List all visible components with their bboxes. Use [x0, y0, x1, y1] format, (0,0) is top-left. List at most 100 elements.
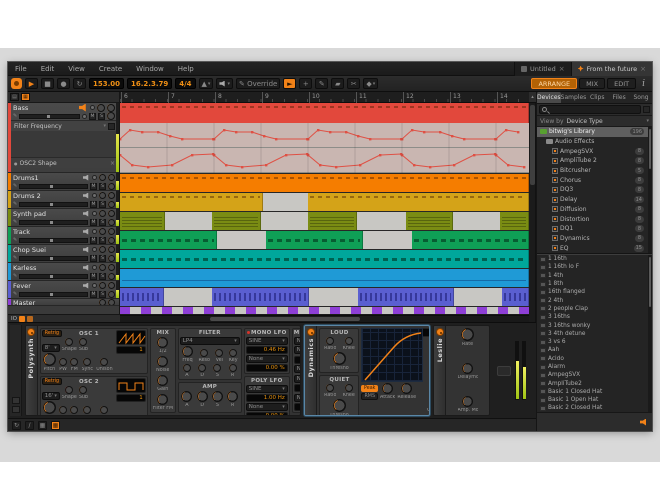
s-knob[interactable] [212, 391, 223, 402]
track-name[interactable]: Master [13, 299, 97, 306]
attack-knob[interactable] [382, 383, 393, 394]
track-knob[interactable] [99, 264, 106, 271]
solo-button[interactable]: S [98, 113, 105, 120]
vertical-scrollbar[interactable]: ▴ [529, 92, 536, 322]
r-knob[interactable] [229, 364, 237, 372]
track-name[interactable]: Synth pad [13, 210, 81, 218]
automation-curve[interactable] [120, 148, 529, 173]
track-header-chop-suei[interactable]: Chop Suei ✎ M S [8, 245, 119, 263]
filter-type-select[interactable]: LP4 ▾ [180, 337, 240, 345]
document-tab[interactable]: From the future × [571, 62, 652, 76]
pan-knob[interactable] [107, 112, 115, 120]
horizontal-scrollbar[interactable] [120, 315, 529, 322]
empty-rack-area[interactable] [493, 325, 534, 416]
pan-knob[interactable] [108, 201, 115, 208]
poly-lfo-dest-select[interactable]: None ▾ [246, 403, 288, 411]
track-header-track[interactable]: Track ✎ M S [8, 227, 119, 245]
device-item-distortion[interactable]: Distortion 8 [537, 214, 652, 224]
device-polysynth[interactable]: Polysynth Retrig OSC 1 8' ▾ Shape Sub Pi… [25, 325, 302, 416]
browser-tab-clips[interactable]: Clips [586, 92, 608, 103]
eraser-tool-button[interactable]: ▰ [331, 78, 344, 89]
track-knob[interactable] [99, 246, 106, 253]
automation-curve[interactable] [120, 123, 529, 148]
freq-knob[interactable] [182, 346, 193, 357]
add-automation-lane-button[interactable] [108, 123, 115, 130]
pw-knob[interactable] [59, 358, 67, 366]
osc1-waveform-display[interactable] [116, 330, 146, 345]
scroll-up-arrow[interactable]: ▴ [529, 92, 536, 103]
preset-item[interactable]: 1 16th lo F [537, 263, 652, 271]
filter-frequency-automation-lane[interactable] [120, 123, 529, 148]
view-button-arrange[interactable]: ARRANGE [531, 78, 577, 89]
quiet-threshold-knob[interactable] [333, 399, 346, 412]
loop-button[interactable]: ↻ [73, 78, 86, 89]
modulation-dest-select[interactable]: None▾ [294, 346, 302, 354]
device-power-button[interactable] [27, 328, 35, 336]
preset-item[interactable]: 3 16ths [537, 313, 652, 321]
record-arm-button[interactable] [90, 105, 95, 110]
fader-thumb[interactable] [50, 275, 53, 278]
mute-button[interactable]: M [90, 201, 97, 208]
record-button[interactable]: ● [57, 78, 70, 89]
solo-button[interactable]: S [99, 291, 106, 298]
mono-lfo-rate-value[interactable]: 0.46 Hz [246, 346, 288, 354]
pencil-icon[interactable]: ✎ [13, 219, 17, 225]
leslie-delaymod-knob[interactable] [462, 363, 473, 374]
io-toggle-icon[interactable] [19, 316, 25, 322]
track-header-master[interactable]: Master [8, 299, 119, 306]
loud-knee-knob[interactable] [345, 337, 353, 345]
track-knob[interactable] [99, 299, 106, 306]
pointer-tool-button[interactable]: ► [283, 78, 296, 89]
pitch-knob[interactable] [43, 401, 56, 414]
pencil-icon[interactable]: ✎ [13, 201, 17, 207]
master-lane[interactable] [120, 307, 529, 315]
leslie-ampmod-knob[interactable] [462, 396, 473, 407]
pencil-icon[interactable]: ✎ [13, 237, 17, 243]
pw-knob[interactable] [59, 406, 67, 414]
osc2-octave-select[interactable]: 16' ▾ [42, 392, 60, 400]
add-device-slot[interactable] [497, 366, 511, 376]
fm-knob[interactable] [70, 406, 78, 414]
stop-button[interactable]: ■ [41, 78, 54, 89]
sync-knob[interactable] [83, 358, 91, 366]
device-item-eq[interactable]: EQ 15 [537, 243, 652, 253]
track-header-karless[interactable]: Karless ✎ M S [8, 263, 119, 281]
sync-knob[interactable] [83, 406, 91, 414]
pencil-icon[interactable]: ✎ [13, 273, 17, 279]
device-item-dynamics[interactable]: Dynamics 8 [537, 234, 652, 244]
preroll-button[interactable]: ▾ [216, 78, 233, 89]
track-header-synth-pad[interactable]: Synth pad ✎ M S [8, 209, 119, 227]
clip[interactable] [212, 288, 309, 306]
pan-knob[interactable] [108, 219, 115, 226]
polysynth-tab[interactable]: Polysynth [26, 326, 38, 415]
record-arm-button[interactable] [92, 247, 97, 252]
timeline-ruler[interactable]: 6 7 8 9 10 11 12 13 14 [120, 92, 529, 103]
volume-fader[interactable] [19, 256, 88, 261]
track-header-drums1[interactable]: Drums1 ✎ M S [8, 173, 119, 191]
modulation-amount-value[interactable]: 0.00 % [294, 356, 302, 364]
modulation-dest-select[interactable]: None▾ [294, 337, 302, 345]
record-arm-button[interactable] [92, 175, 97, 180]
volume-fader[interactable] [19, 274, 88, 279]
clip[interactable] [266, 231, 363, 249]
browser-tab-samples[interactable]: Samples [561, 92, 587, 103]
track-knob[interactable] [108, 174, 115, 181]
clip[interactable] [502, 288, 529, 306]
mono-lfo-amount-value[interactable]: 0.00 % [246, 364, 288, 372]
device-power-button[interactable] [436, 328, 444, 336]
unison-knob[interactable] [100, 406, 108, 414]
key-knob[interactable] [229, 349, 237, 357]
stop-clip-button[interactable] [82, 114, 87, 119]
track-name[interactable]: Chop Suei [13, 246, 81, 254]
osc1-retrig-button[interactable]: Retrig [42, 330, 62, 337]
close-icon[interactable]: × [110, 160, 115, 167]
clip[interactable] [406, 212, 453, 230]
mute-button[interactable]: M [90, 219, 97, 226]
record-arm-button[interactable] [92, 265, 97, 270]
close-icon[interactable]: × [640, 65, 646, 73]
rms-button[interactable]: RMS [361, 393, 378, 400]
noise-knob[interactable] [157, 356, 168, 367]
osc2-shape-automation-lane[interactable] [120, 148, 529, 173]
track-knob[interactable] [108, 192, 115, 199]
track-knob[interactable] [99, 282, 106, 289]
